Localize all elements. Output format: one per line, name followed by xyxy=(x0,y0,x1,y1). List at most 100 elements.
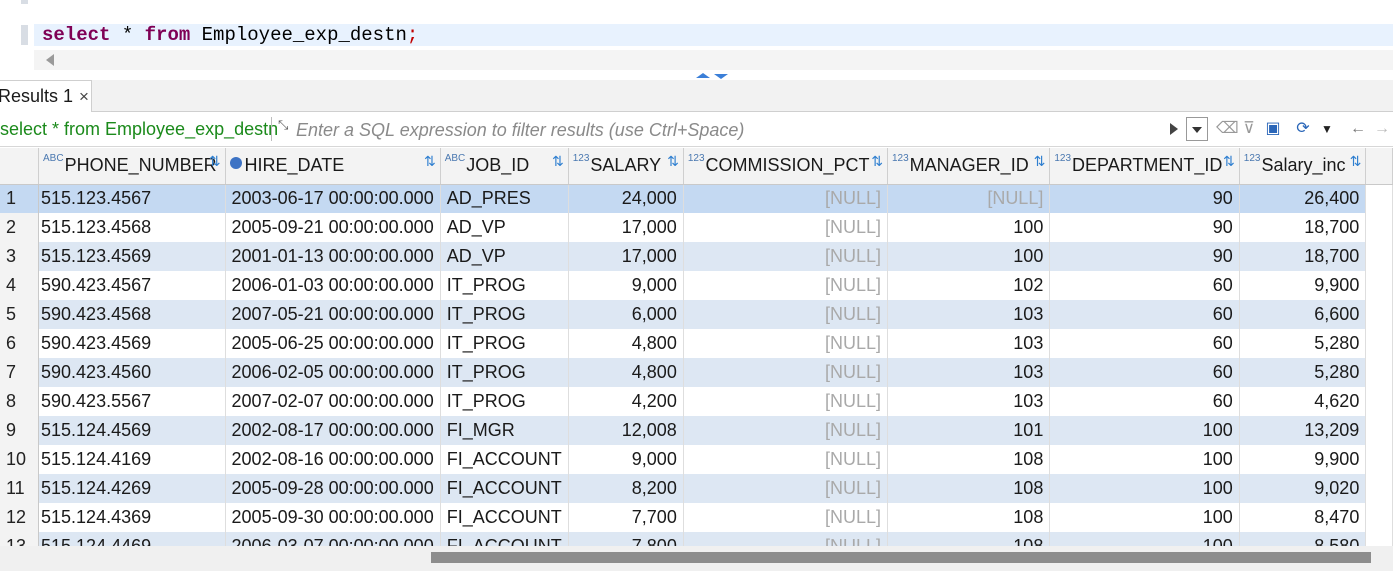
cell-salary-inc[interactable]: 4,620 xyxy=(1239,387,1367,416)
cell-commission-pct[interactable]: [NULL] xyxy=(683,503,888,532)
row-number[interactable]: 12 xyxy=(0,503,40,532)
cell-salary-inc[interactable]: 5,280 xyxy=(1239,329,1367,358)
column-header-salary-inc[interactable]: 123Salary_inc ⇅ xyxy=(1239,148,1367,185)
grid-horizontal-scrollbar[interactable] xyxy=(0,546,1393,571)
cell-job-id[interactable]: IT_PROG xyxy=(440,358,569,387)
table-row[interactable]: 7 590.423.4560 2006-02-05 00:00:00.000 IT_P… xyxy=(0,358,1393,387)
cell-hire-date[interactable]: 2003-06-17 00:00:00.000 xyxy=(225,184,441,213)
cell-job-id[interactable]: FI_ACCOUNT xyxy=(440,532,569,546)
table-row[interactable]: 2 515.123.4568 2005-09-21 00:00:00.000 AD_V… xyxy=(0,213,1393,242)
cell-commission-pct[interactable]: [NULL] xyxy=(683,445,888,474)
column-header-job-id[interactable]: ABCJOB_ID ⇅ xyxy=(440,148,569,185)
sort-icon[interactable]: ⇅ xyxy=(1350,153,1362,170)
cell-job-id[interactable]: AD_VP xyxy=(440,242,569,271)
cell-hire-date[interactable]: 2002-08-16 00:00:00.000 xyxy=(225,445,441,474)
cell-phone-number[interactable]: 515.124.4269 xyxy=(38,474,226,503)
cell-manager-id[interactable]: 103 xyxy=(887,358,1051,387)
cell-job-id[interactable]: AD_VP xyxy=(440,213,569,242)
cell-commission-pct[interactable]: [NULL] xyxy=(683,184,888,213)
cell-phone-number[interactable]: 590.423.4567 xyxy=(38,271,226,300)
cell-salary[interactable]: 8,200 xyxy=(568,474,684,503)
cell-manager-id[interactable]: 108 xyxy=(887,503,1051,532)
cell-phone-number[interactable]: 590.423.5567 xyxy=(38,387,226,416)
cell-manager-id[interactable]: 103 xyxy=(887,329,1051,358)
column-header-phone-number[interactable]: ABCPHONE_NUMBER ⇅ xyxy=(38,148,226,185)
cell-manager-id[interactable]: 108 xyxy=(887,445,1051,474)
cell-salary[interactable]: 4,800 xyxy=(568,329,684,358)
cell-commission-pct[interactable]: [NULL] xyxy=(683,242,888,271)
sort-icon[interactable]: ⇅ xyxy=(1223,153,1235,170)
cell-hire-date[interactable]: 2006-03-07 00:00:00.000 xyxy=(225,532,441,546)
cell-hire-date[interactable]: 2007-05-21 00:00:00.000 xyxy=(225,300,441,329)
table-row[interactable]: 11 515.124.4269 2005-09-28 00:00:00.000 FI_… xyxy=(0,474,1393,503)
table-row[interactable]: 6 590.423.4569 2005-06-25 00:00:00.000 IT_P… xyxy=(0,329,1393,358)
cell-job-id[interactable]: AD_PRES xyxy=(440,184,569,213)
cell-hire-date[interactable]: 2005-09-30 00:00:00.000 xyxy=(225,503,441,532)
sort-icon[interactable]: ⇅ xyxy=(424,153,436,170)
table-row[interactable]: 13 515.124.4469 2006-03-07 00:00:00.000 FI_… xyxy=(0,532,1393,546)
column-header-salary[interactable]: 123SALARY ⇅ xyxy=(568,148,684,185)
restore-down-icon[interactable] xyxy=(714,74,728,79)
row-number-header[interactable] xyxy=(0,148,40,185)
cell-phone-number[interactable]: 515.123.4567 xyxy=(38,184,226,213)
scrollbar-thumb[interactable] xyxy=(431,552,1371,563)
cell-commission-pct[interactable]: [NULL] xyxy=(683,300,888,329)
row-number[interactable]: 9 xyxy=(0,416,40,445)
cell-phone-number[interactable]: 515.123.4568 xyxy=(38,213,226,242)
table-row[interactable]: 5 590.423.4568 2007-05-21 00:00:00.000 IT_P… xyxy=(0,300,1393,329)
sort-icon[interactable]: ⇅ xyxy=(552,153,564,170)
cell-department-id[interactable]: 100 xyxy=(1049,416,1240,445)
cell-job-id[interactable]: FI_ACCOUNT xyxy=(440,445,569,474)
sql-editor[interactable]: select * from Employee_exp_destn; xyxy=(0,0,1393,76)
more-dropdown-icon[interactable]: ▼ xyxy=(1317,119,1337,139)
cell-job-id[interactable]: IT_PROG xyxy=(440,300,569,329)
tab-results-1[interactable]: Results 1 × xyxy=(0,80,92,112)
query-source-label[interactable]: select * from Employee_exp_destn xyxy=(0,119,278,140)
cell-manager-id[interactable]: [NULL] xyxy=(887,184,1051,213)
refresh-icon[interactable]: ⟳ xyxy=(1293,119,1313,139)
cell-phone-number[interactable]: 590.423.4560 xyxy=(38,358,226,387)
cell-job-id[interactable]: FI_MGR xyxy=(440,416,569,445)
cell-salary[interactable]: 24,000 xyxy=(568,184,684,213)
cell-salary-inc[interactable]: 18,700 xyxy=(1239,242,1367,271)
cell-department-id[interactable]: 60 xyxy=(1049,387,1240,416)
sort-icon[interactable]: ⇅ xyxy=(209,153,221,170)
cell-salary-inc[interactable]: 8,470 xyxy=(1239,503,1367,532)
row-number[interactable]: 10 xyxy=(0,445,40,474)
cell-phone-number[interactable]: 515.123.4569 xyxy=(38,242,226,271)
row-number[interactable]: 6 xyxy=(0,329,40,358)
cell-salary-inc[interactable]: 9,900 xyxy=(1239,271,1367,300)
cell-manager-id[interactable]: 100 xyxy=(887,213,1051,242)
sort-icon[interactable]: ⇅ xyxy=(1034,153,1046,170)
run-filter-icon[interactable] xyxy=(1170,123,1178,135)
cell-phone-number[interactable]: 590.423.4569 xyxy=(38,329,226,358)
cell-phone-number[interactable]: 590.423.4568 xyxy=(38,300,226,329)
cell-department-id[interactable]: 60 xyxy=(1049,358,1240,387)
panel-splitter[interactable] xyxy=(696,72,736,80)
scroll-left-icon[interactable] xyxy=(46,54,54,66)
cell-salary-inc[interactable]: 13,209 xyxy=(1239,416,1367,445)
cell-phone-number[interactable]: 515.124.4569 xyxy=(38,416,226,445)
cell-manager-id[interactable]: 103 xyxy=(887,387,1051,416)
cell-commission-pct[interactable]: [NULL] xyxy=(683,329,888,358)
cell-phone-number[interactable]: 515.124.4469 xyxy=(38,532,226,546)
row-number[interactable]: 1 xyxy=(0,184,40,213)
row-number[interactable]: 5 xyxy=(0,300,40,329)
column-header-manager-id[interactable]: 123MANAGER_ID ⇅ xyxy=(887,148,1051,185)
column-header-commission-pct[interactable]: 123COMMISSION_PCT ⇅ xyxy=(683,148,888,185)
cell-salary-inc[interactable]: 5,280 xyxy=(1239,358,1367,387)
row-number[interactable]: 7 xyxy=(0,358,40,387)
cell-salary[interactable]: 7,700 xyxy=(568,503,684,532)
filter-input[interactable] xyxy=(296,117,1156,143)
cell-hire-date[interactable]: 2002-08-17 00:00:00.000 xyxy=(225,416,441,445)
cell-hire-date[interactable]: 2005-09-21 00:00:00.000 xyxy=(225,213,441,242)
column-header-hire-date[interactable]: HIRE_DATE ⇅ xyxy=(225,148,441,185)
cell-hire-date[interactable]: 2007-02-07 00:00:00.000 xyxy=(225,387,441,416)
filter-settings-icon[interactable]: ⊽ xyxy=(1239,119,1259,139)
row-number[interactable]: 8 xyxy=(0,387,40,416)
sort-icon[interactable]: ⇅ xyxy=(667,153,679,170)
cell-department-id[interactable]: 100 xyxy=(1049,445,1240,474)
cell-salary[interactable]: 9,000 xyxy=(568,445,684,474)
back-icon[interactable]: ← xyxy=(1348,119,1368,139)
cell-department-id[interactable]: 90 xyxy=(1049,242,1240,271)
